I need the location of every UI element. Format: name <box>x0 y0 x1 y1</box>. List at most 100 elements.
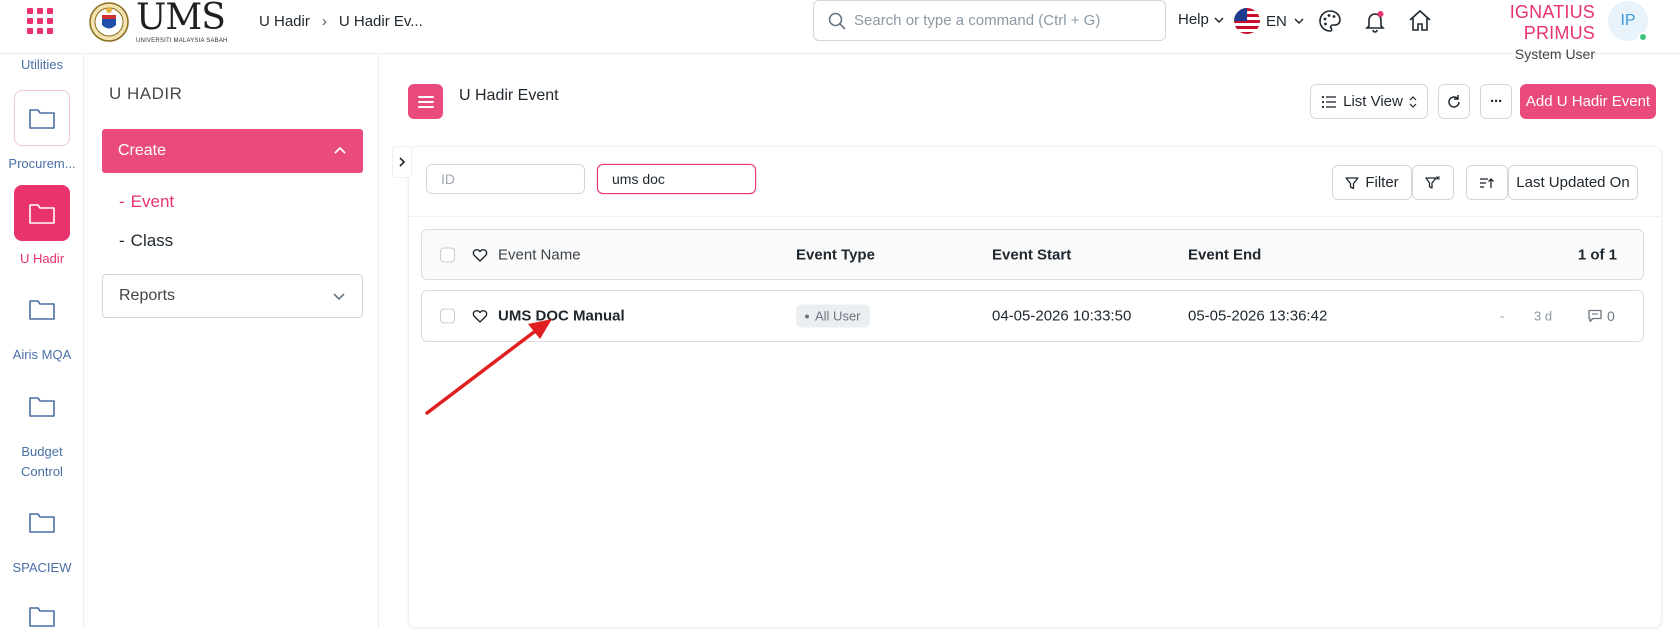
column-header-event-type[interactable]: Event Type <box>796 246 875 263</box>
bullet-icon <box>805 314 809 318</box>
awesomebar-search[interactable] <box>813 0 1166 41</box>
filter-icon <box>1345 176 1359 189</box>
column-header-event-start[interactable]: Event Start <box>992 246 1071 263</box>
rail-item-spaciew[interactable]: SPACIEW <box>0 494 84 578</box>
sort-ascending-icon <box>1480 177 1494 188</box>
user-info[interactable]: IGNATIUS PRIMUS System User <box>1455 2 1595 62</box>
list-header-row: Event Name Event Type Event Start Event … <box>421 229 1644 280</box>
filter-button[interactable]: Filter <box>1332 165 1412 200</box>
list-view-button[interactable]: List View <box>1310 84 1428 119</box>
sidebar-item-class[interactable]: - Class <box>119 231 173 251</box>
sort-by-label: Last Updated On <box>1516 174 1630 191</box>
breadcrumb-separator-icon: › <box>321 13 327 30</box>
filter-sidebar-toggle[interactable] <box>392 146 412 178</box>
folder-icon-box <box>14 588 70 644</box>
folder-icon-box <box>14 281 70 337</box>
search-input[interactable] <box>854 12 1144 29</box>
folder-icon <box>29 204 55 224</box>
list-view-label: List View <box>1343 93 1403 110</box>
column-header-event-end[interactable]: Event End <box>1188 246 1261 263</box>
clear-filters-button[interactable] <box>1412 165 1454 200</box>
rail-item-label: Airis MQA <box>12 347 72 362</box>
rail-item-more[interactable] <box>0 588 84 644</box>
sidebar-item-label: Class <box>130 231 174 250</box>
rail-item-u-hadir[interactable]: U Hadir <box>0 185 84 269</box>
reports-section-toggle[interactable]: Reports <box>102 274 363 318</box>
folder-icon-box <box>14 90 70 146</box>
event-end-value: 05-05-2026 13:36:42 <box>1188 307 1328 325</box>
select-all-checkbox[interactable] <box>440 247 455 262</box>
breadcrumb: U Hadir › U Hadir Ev... <box>259 13 423 30</box>
reports-label: Reports <box>119 287 176 304</box>
rail-item-budget-control[interactable]: Budget Control <box>0 378 84 482</box>
comment-count-value: 0 <box>1607 308 1615 324</box>
refresh-button[interactable] <box>1438 84 1470 119</box>
us-flag-icon <box>1234 8 1260 34</box>
online-status-icon <box>1638 32 1648 42</box>
create-section-toggle[interactable]: Create <box>102 129 363 173</box>
hamburger-icon <box>417 95 434 108</box>
user-name: IGNATIUS PRIMUS <box>1509 2 1595 43</box>
create-label: Create <box>118 142 167 159</box>
palette-icon[interactable] <box>1317 8 1343 34</box>
rail-item-label: Budget Control <box>21 444 63 479</box>
help-label: Help <box>1178 11 1209 28</box>
table-row[interactable]: UMS DOC Manual All User 04-05-2026 10:33… <box>421 290 1644 342</box>
folder-icon <box>29 300 55 320</box>
rail-item-utilities[interactable]: Utilities <box>0 55 84 75</box>
sidebar-toggle-button[interactable] <box>408 84 443 119</box>
breadcrumb-item-u-hadir[interactable]: U Hadir <box>259 13 310 30</box>
breadcrumb-item-u-hadir-event[interactable]: U Hadir Ev... <box>339 13 423 30</box>
comment-count[interactable]: 0 <box>1587 308 1615 324</box>
folder-icon <box>29 513 55 533</box>
heart-icon[interactable] <box>472 247 488 262</box>
add-u-hadir-event-button[interactable]: Add U Hadir Event <box>1520 84 1656 119</box>
event-name-filter-input[interactable] <box>597 164 756 194</box>
rail-item-label: SPACIEW <box>12 560 72 575</box>
rail-item-procurement[interactable]: Procurem... <box>0 90 84 174</box>
filter-divider <box>409 216 1661 217</box>
sort-order-button[interactable] <box>1466 165 1508 200</box>
sidebar-item-label: Event <box>130 192 175 211</box>
list-view-card <box>408 146 1662 628</box>
avatar[interactable]: IP <box>1608 1 1648 42</box>
event-name-link[interactable]: UMS DOC Manual <box>498 308 625 325</box>
bell-icon[interactable] <box>1362 8 1388 34</box>
event-type-badge: All User <box>796 304 870 328</box>
help-dropdown[interactable]: Help <box>1178 11 1225 28</box>
language-dropdown[interactable]: EN <box>1234 8 1305 34</box>
home-icon[interactable] <box>1407 8 1433 34</box>
heart-icon[interactable] <box>472 309 488 324</box>
assigned-to-value: - <box>1500 308 1505 324</box>
folder-icon <box>29 397 55 417</box>
folder-icon-box <box>14 494 70 550</box>
folder-icon-box <box>14 378 70 434</box>
result-count: 1 of 1 <box>1577 246 1617 263</box>
module-rail: Utilities Procurem... U Hadir Airis MQA <box>0 55 84 628</box>
sort-by-button[interactable]: Last Updated On <box>1508 165 1638 200</box>
event-start-value: 04-05-2026 10:33:50 <box>992 307 1132 325</box>
folder-icon <box>29 109 55 129</box>
apps-grid-icon[interactable] <box>27 8 53 34</box>
id-filter-input[interactable] <box>426 164 585 194</box>
chevron-up-icon <box>334 146 346 154</box>
more-actions-button[interactable]: ··· <box>1480 84 1512 119</box>
filter-label: Filter <box>1365 174 1399 191</box>
logo-text: UMS <box>136 0 226 38</box>
user-role: System User <box>1514 46 1595 62</box>
row-checkbox[interactable] <box>440 308 455 324</box>
sidebar-title: U HADIR <box>109 84 183 103</box>
sidebar-item-event[interactable]: - Event <box>119 192 174 212</box>
modified-ago-value: 3 d <box>1534 308 1553 324</box>
chevron-right-icon <box>399 157 406 167</box>
ums-crest-icon <box>89 2 129 42</box>
page-title: U Hadir Event <box>459 87 559 104</box>
rail-item-airis-mqa[interactable]: Airis MQA <box>0 281 84 365</box>
rail-item-label: U Hadir <box>19 251 65 266</box>
column-header-event-name[interactable]: Event Name <box>498 246 581 263</box>
add-button-label: Add U Hadir Event <box>1525 93 1651 110</box>
ums-logo[interactable]: UMS UNIVERSITI MALAYSIA SABAH <box>86 0 228 44</box>
search-icon <box>828 12 846 29</box>
list-icon <box>1322 95 1337 108</box>
more-actions-icon: ··· <box>1490 93 1503 110</box>
